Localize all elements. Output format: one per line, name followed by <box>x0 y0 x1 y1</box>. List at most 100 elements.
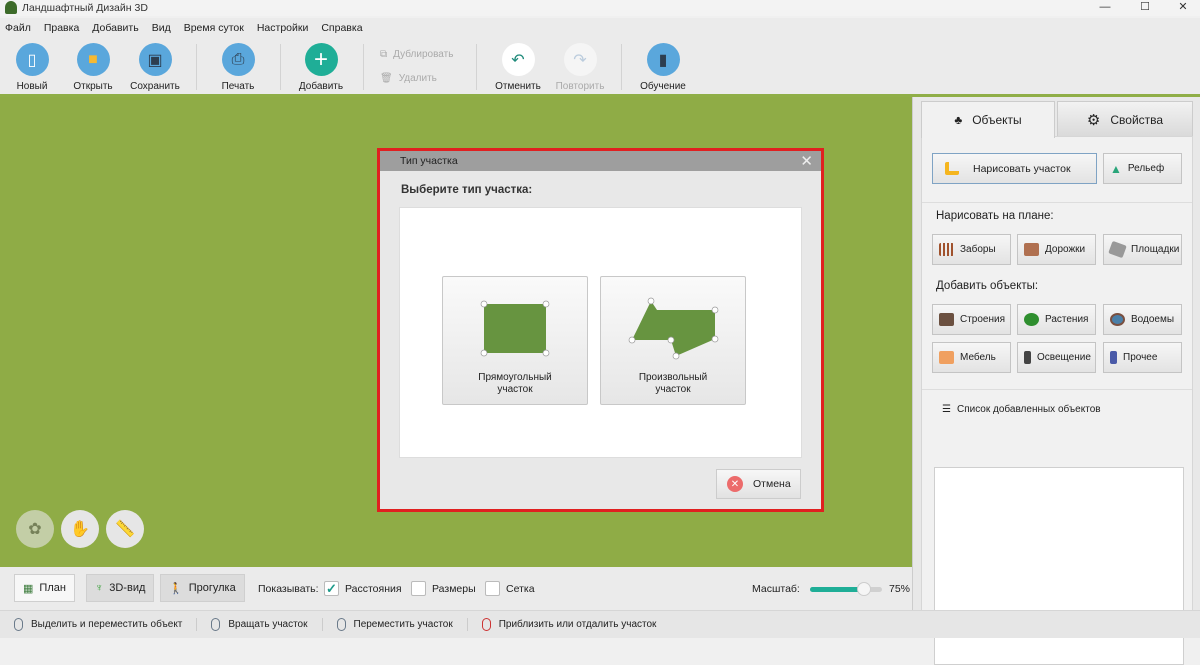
status-hint-label: Приблизить или отдалить участок <box>498 619 657 630</box>
menu-file[interactable]: Файл <box>5 22 31 34</box>
furniture-button[interactable]: Мебель <box>932 342 1011 373</box>
fences-label: Заборы <box>960 244 996 255</box>
3d-view-button[interactable]: ♆ 3D-вид <box>86 574 155 602</box>
right-panel: ♣ Объекты ⚙ Свойства Нарисовать участок ▲ Р… <box>912 97 1200 665</box>
menu-help[interactable]: Справка <box>321 22 362 34</box>
grid-checkbox[interactable]: Сетка <box>485 581 535 596</box>
other-button[interactable]: Прочее <box>1103 342 1182 373</box>
sizes-checkbox[interactable]: Размеры <box>411 581 476 596</box>
object-list-label: Список добавленных объектов <box>956 404 1101 415</box>
new-button[interactable]: ▯ Новый <box>0 43 64 92</box>
tutorial-button[interactable]: ▮ Обучение <box>631 43 695 92</box>
divider <box>363 44 364 90</box>
dialog-close-icon[interactable]: ✕ <box>800 152 813 170</box>
gnome-icon <box>1110 351 1117 364</box>
freeform-plot-button[interactable]: Произвольный участок <box>600 276 746 405</box>
status-hint-label: Вращать участок <box>228 619 308 630</box>
redo-button[interactable]: ↷ Повторить <box>548 43 612 92</box>
status-hint-select: Выделить и переместить объект <box>14 618 198 631</box>
tree-icon <box>1024 313 1039 326</box>
distances-checkbox[interactable]: ✓ Расстояния <box>324 581 402 596</box>
open-button[interactable]: ■ Открыть <box>61 43 125 92</box>
duplicate-label: Дублировать <box>393 49 454 60</box>
print-button[interactable]: ⎙ Печать <box>206 43 270 92</box>
plot-type-options: Прямоугольный участок Произвольный участок <box>399 207 802 458</box>
select-tool-button[interactable]: ✿ <box>16 510 54 548</box>
save-label: Сохранить <box>130 81 180 92</box>
relief-button[interactable]: ▲ Рельеф <box>1103 153 1182 184</box>
dialog-title-bar: Тип участка ✕ <box>380 151 821 171</box>
gear-icon: ⚙ <box>1086 111 1101 129</box>
ponds-button[interactable]: Водоемы <box>1103 304 1182 335</box>
draw-plot-label: Нарисовать участок <box>973 162 1071 175</box>
duplicate-button[interactable]: ⧉ Дублировать <box>380 49 453 60</box>
lamp-icon <box>1024 351 1031 364</box>
path-icon <box>1024 243 1039 256</box>
maximize-button[interactable]: ☐ <box>1130 0 1160 16</box>
close-window-button[interactable]: ✕ <box>1168 0 1198 16</box>
rectangular-plot-label-1: Прямоугольный <box>478 372 552 383</box>
menu-add[interactable]: Добавить <box>92 22 138 34</box>
status-hint-rotate: Вращать участок <box>211 618 323 631</box>
mouse-scroll-icon <box>481 618 491 631</box>
menu-bar: Файл Правка Добавить Вид Время суток Нас… <box>0 18 1200 38</box>
walk-button[interactable]: 🚶 Прогулка <box>160 574 245 602</box>
plus-icon: + <box>304 43 338 76</box>
checkbox-icon[interactable] <box>485 581 500 596</box>
paths-button[interactable]: Дорожки <box>1017 234 1096 265</box>
add-button[interactable]: + Добавить <box>289 43 353 92</box>
new-label: Новый <box>16 81 48 92</box>
pan-tool-button[interactable]: ✋ <box>61 510 99 548</box>
open-label: Открыть <box>73 81 113 92</box>
areas-button[interactable]: Площадки <box>1103 234 1182 265</box>
divider <box>280 44 281 90</box>
cancel-label: Отмена <box>753 478 791 490</box>
add-objects-heading: Добавить объекты: <box>936 280 1039 292</box>
zoom-slider-thumb[interactable] <box>857 582 871 596</box>
furniture-label: Мебель <box>960 352 996 363</box>
mouse-icon <box>14 618 23 631</box>
app-icon <box>5 1 17 14</box>
walker-icon: 🚶 <box>169 582 183 595</box>
area-icon <box>1108 240 1127 259</box>
menu-time-of-day[interactable]: Время суток <box>184 22 244 34</box>
menu-edit[interactable]: Правка <box>44 22 79 34</box>
undo-button[interactable]: ↶ Отменить <box>486 43 550 92</box>
lighting-button[interactable]: Освещение <box>1017 342 1096 373</box>
delete-button[interactable]: 🗑 Удалить <box>380 73 437 84</box>
save-button[interactable]: ▣ Сохранить <box>123 43 187 92</box>
dialog-title: Тип участка <box>400 155 458 167</box>
paths-label: Дорожки <box>1045 244 1086 255</box>
undo-icon: ↶ <box>501 43 535 76</box>
minimize-button[interactable]: — <box>1090 0 1120 16</box>
ponds-label: Водоемы <box>1131 314 1175 325</box>
buildings-button[interactable]: Строения <box>932 304 1011 335</box>
distances-label: Расстояния <box>345 582 402 595</box>
plan-view-button[interactable]: ▦ План <box>14 574 75 602</box>
checkbox-icon[interactable]: ✓ <box>324 581 339 596</box>
objects-panel: Нарисовать участок ▲ Рельеф Нарисовать на… <box>921 136 1193 665</box>
zoom-slider[interactable] <box>810 582 882 596</box>
checkbox-icon[interactable] <box>411 581 426 596</box>
fences-button[interactable]: Заборы <box>932 234 1011 265</box>
redo-icon: ↷ <box>563 43 597 76</box>
plants-button[interactable]: Растения <box>1017 304 1096 335</box>
ruler-tool-button[interactable]: 📏 <box>106 510 144 548</box>
cancel-button[interactable]: ✕ Отмена <box>716 469 801 499</box>
book-icon: ▮ <box>646 43 680 76</box>
tutorial-label: Обучение <box>640 81 686 92</box>
status-bar: Выделить и переместить объект Вращать уч… <box>0 610 1200 638</box>
mountain-icon: ▲ <box>1110 161 1122 176</box>
house-icon <box>939 313 954 326</box>
rectangular-plot-button[interactable]: Прямоугольный участок <box>442 276 588 405</box>
other-label: Прочее <box>1123 352 1158 363</box>
grid-label: Сетка <box>506 582 535 595</box>
rectangular-plot-label-2: участок <box>497 384 533 395</box>
tab-properties[interactable]: ⚙ Свойства <box>1057 101 1193 137</box>
menu-settings[interactable]: Настройки <box>257 22 309 34</box>
printer-icon: ⎙ <box>221 43 255 76</box>
menu-view[interactable]: Вид <box>152 22 171 34</box>
draw-plot-button[interactable]: Нарисовать участок <box>932 153 1097 184</box>
divider <box>621 44 622 90</box>
tab-objects[interactable]: ♣ Объекты <box>921 101 1055 138</box>
